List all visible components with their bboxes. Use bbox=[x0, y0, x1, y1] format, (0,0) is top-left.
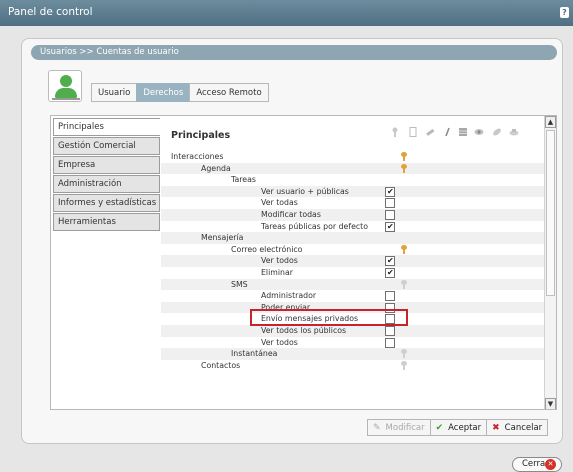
check-icon: ✔ bbox=[435, 422, 444, 433]
user-accounts-panel: Usuarios >> Cuentas de usuario Usuario D… bbox=[21, 38, 563, 444]
tree-row-label: SMS bbox=[231, 279, 248, 289]
tree-row-label: Correo electrónico bbox=[231, 244, 303, 254]
sidebar-item-gestion-comercial[interactable]: Gestión Comercial bbox=[53, 137, 160, 155]
vertical-scrollbar[interactable]: ▲ ▼ bbox=[544, 116, 556, 409]
cancelar-label: Cancelar bbox=[504, 422, 543, 433]
cerrar-button[interactable]: Cerrar ✕ bbox=[512, 457, 562, 472]
tree-row-label: Modificar todas bbox=[261, 209, 321, 219]
cancelar-button[interactable]: ✖ Cancelar bbox=[486, 419, 549, 436]
rights-content: Principales Gestión Comercial Empresa Ad… bbox=[50, 115, 557, 410]
tree-row: Correo electrónico bbox=[161, 244, 546, 256]
tab-acceso-remoto[interactable]: Acceso Remoto bbox=[189, 83, 269, 102]
tree-row-label: Ver todos los públicos bbox=[261, 325, 347, 335]
tree-row: Tareas bbox=[161, 174, 546, 186]
key-icon bbox=[401, 360, 407, 370]
tree-row-label: Administrador bbox=[261, 291, 317, 301]
tree-row: Interacciones bbox=[161, 151, 546, 163]
tree-row-label: Ver usuario + públicas bbox=[261, 186, 349, 196]
close-icon: ✕ bbox=[545, 459, 556, 470]
tree-row-label: Ver todos bbox=[261, 337, 298, 347]
tree-row: Eliminar bbox=[161, 267, 546, 279]
pencil-icon bbox=[426, 128, 435, 136]
leaf-icon bbox=[493, 128, 501, 136]
window-titlebar: Panel de control ? bbox=[0, 0, 573, 26]
pen-icon bbox=[445, 127, 450, 137]
tree-row: Mensajería bbox=[161, 232, 546, 244]
scroll-thumb[interactable] bbox=[546, 130, 555, 296]
sidebar-item-principales[interactable]: Principales bbox=[53, 118, 160, 136]
tree-row-label: Ver todos bbox=[261, 256, 298, 266]
tree-row: Contactos bbox=[161, 360, 546, 372]
tree-row: Ver todas bbox=[161, 197, 546, 209]
tree-row: Ver usuario + públicas bbox=[161, 185, 546, 198]
aceptar-button[interactable]: ✔ Aceptar bbox=[429, 419, 488, 436]
tree-row: Agenda bbox=[161, 162, 546, 175]
pen-icon: ✎ bbox=[373, 422, 381, 433]
user-avatar-icon bbox=[48, 70, 82, 102]
print-icon bbox=[509, 129, 519, 136]
tree-row: Administrador bbox=[161, 290, 546, 302]
eye-icon bbox=[474, 129, 484, 135]
key-icon bbox=[401, 349, 407, 359]
tree-row: Modificar todas bbox=[161, 208, 546, 221]
permission-checkbox[interactable] bbox=[385, 267, 395, 278]
rights-main: Principales Interacciones Agenda Tareas … bbox=[161, 116, 546, 409]
section-title: Principales bbox=[171, 130, 231, 141]
sidebar-item-informes[interactable]: Informes y estadísticas bbox=[53, 194, 160, 212]
aceptar-label: Aceptar bbox=[448, 422, 482, 433]
tree-row-label: Agenda bbox=[201, 163, 231, 173]
permission-checkbox[interactable] bbox=[385, 209, 395, 220]
rights-tree: Interacciones Agenda Tareas Ver usuario + p… bbox=[161, 151, 546, 371]
tree-row: Ver todos los públicos bbox=[161, 324, 546, 337]
tree-row-label: Eliminar bbox=[261, 267, 293, 277]
tab-bar: Usuario Derechos Acceso Remoto bbox=[91, 83, 269, 102]
cross-icon: ✖ bbox=[492, 422, 500, 433]
tree-row: SMS bbox=[161, 278, 546, 291]
permission-checkbox[interactable] bbox=[385, 291, 395, 302]
tab-usuario[interactable]: Usuario bbox=[91, 83, 138, 102]
tree-row-label: Tareas públicas por defecto bbox=[261, 221, 368, 231]
permission-checkbox[interactable] bbox=[385, 255, 395, 267]
scroll-down-icon[interactable]: ▼ bbox=[545, 398, 556, 409]
permission-checkbox[interactable] bbox=[385, 186, 395, 197]
tree-row-label: Tareas bbox=[231, 175, 256, 185]
tree-row-label: Ver todas bbox=[261, 198, 298, 208]
key-icon bbox=[401, 279, 407, 289]
modificar-label: Modificar bbox=[385, 422, 425, 433]
tab-derechos[interactable]: Derechos bbox=[136, 83, 191, 102]
scroll-up-icon[interactable]: ▲ bbox=[545, 116, 556, 128]
tree-row-label: Mensajería bbox=[201, 233, 244, 243]
key-icon bbox=[401, 244, 407, 254]
tree-row: Instantánea bbox=[161, 348, 546, 360]
key-icon bbox=[401, 163, 407, 173]
permission-checkbox[interactable] bbox=[385, 221, 395, 232]
help-icon[interactable]: ? bbox=[560, 7, 569, 18]
sidebar-item-herramientas[interactable]: Herramientas bbox=[53, 213, 160, 231]
window-title: Panel de control bbox=[8, 6, 93, 18]
tree-row-label: Contactos bbox=[201, 360, 241, 370]
permission-checkbox[interactable] bbox=[385, 325, 395, 336]
tree-row: Ver todos bbox=[161, 255, 546, 267]
permission-checkbox[interactable] bbox=[385, 198, 395, 209]
highlight-box bbox=[250, 309, 408, 326]
key-icon bbox=[392, 127, 398, 137]
sidebar-item-empresa[interactable]: Empresa bbox=[53, 156, 160, 174]
rights-sidebar: Principales Gestión Comercial Empresa Ad… bbox=[53, 118, 160, 232]
tree-row-label: Instantánea bbox=[231, 349, 278, 359]
sidebar-item-administracion[interactable]: Administración bbox=[53, 175, 160, 193]
tree-row: Tareas públicas por defecto bbox=[161, 221, 546, 233]
modificar-button[interactable]: ✎ Modificar bbox=[367, 419, 431, 436]
key-icon bbox=[401, 152, 407, 161]
breadcrumb: Usuarios >> Cuentas de usuario bbox=[31, 45, 557, 60]
table-icon bbox=[459, 128, 467, 136]
permission-checkbox[interactable] bbox=[385, 337, 395, 348]
tree-row-label: Interacciones bbox=[171, 152, 224, 161]
document-icon bbox=[409, 127, 417, 137]
tree-row: Ver todos bbox=[161, 337, 546, 349]
action-buttons: ✎ Modificar ✔ Aceptar ✖ Cancelar bbox=[367, 419, 549, 436]
